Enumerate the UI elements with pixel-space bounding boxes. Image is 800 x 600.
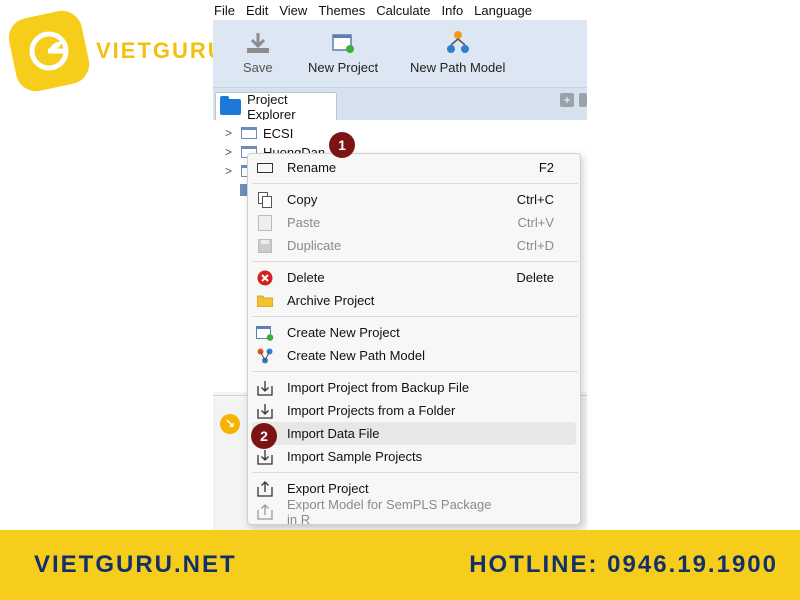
footer-website: VIETGURU.NET bbox=[34, 551, 237, 578]
context-menu: Rename F2 Copy Ctrl+C Paste Ctrl+V Dupli… bbox=[247, 153, 581, 527]
logo-text: VIETGURU bbox=[96, 38, 226, 63]
menu-calculate[interactable]: Calculate bbox=[376, 3, 430, 18]
export-icon bbox=[257, 480, 273, 497]
save-label: Save bbox=[243, 60, 273, 75]
menu-item-import-data-file[interactable]: Import Data File bbox=[252, 422, 576, 445]
step-badge-2: 2 bbox=[251, 423, 277, 449]
menu-item-import-backup[interactable]: Import Project from Backup File bbox=[248, 376, 580, 399]
menu-language[interactable]: Language bbox=[474, 3, 532, 18]
menu-item-duplicate[interactable]: Duplicate Ctrl+D bbox=[248, 234, 580, 257]
menu-item-create-new-path-model[interactable]: Create New Path Model bbox=[248, 344, 580, 367]
export-icon bbox=[257, 503, 273, 520]
menu-view[interactable]: View bbox=[279, 3, 307, 18]
save-icon bbox=[246, 33, 269, 53]
chevron-right-icon[interactable]: > bbox=[225, 145, 237, 159]
tab-project-explorer[interactable]: Project Explorer bbox=[215, 91, 337, 122]
folder-icon bbox=[257, 295, 273, 307]
menu-separator bbox=[252, 183, 578, 184]
tree-item-ecsi[interactable]: > ECSI bbox=[225, 124, 293, 142]
footer-hotline: HOTLINE: 0946.19.1900 bbox=[469, 551, 778, 578]
new-project-label: New Project bbox=[308, 60, 379, 75]
save-button[interactable]: Save bbox=[243, 30, 273, 75]
menu-item-paste[interactable]: Paste Ctrl+V bbox=[248, 211, 580, 234]
menu-item-import-folder[interactable]: Import Projects from a Folder bbox=[248, 399, 580, 422]
brand-logo: VIETGURU bbox=[5, 7, 226, 95]
menu-item-export-sempls[interactable]: Export Model for SemPLS Package in R bbox=[248, 497, 580, 527]
menu-edit[interactable]: Edit bbox=[246, 3, 268, 18]
new-path-model-button[interactable]: New Path Model bbox=[410, 30, 505, 75]
menu-item-import-sample[interactable]: Import Sample Projects bbox=[248, 445, 580, 468]
menu-info[interactable]: Info bbox=[441, 3, 463, 18]
toolbar: Save New Project New Path Model bbox=[213, 20, 587, 88]
menu-item-copy[interactable]: Copy Ctrl+C bbox=[248, 188, 580, 211]
folder-icon bbox=[220, 95, 242, 115]
tree-item-label: ECSI bbox=[263, 125, 294, 141]
menu-item-create-new-project[interactable]: Create New Project bbox=[248, 321, 580, 344]
project-icon bbox=[241, 127, 257, 139]
path-model-icon bbox=[446, 31, 469, 53]
import-icon bbox=[257, 449, 273, 465]
menu-separator bbox=[252, 472, 578, 473]
menu-separator bbox=[252, 316, 578, 317]
menu-separator bbox=[252, 261, 578, 262]
delete-icon bbox=[257, 270, 273, 285]
menu-item-rename[interactable]: Rename F2 bbox=[248, 156, 580, 179]
paste-icon bbox=[258, 214, 272, 231]
copy-icon bbox=[258, 191, 272, 208]
arrow-icon[interactable]: ↘ bbox=[220, 414, 240, 434]
menu-item-delete[interactable]: Delete Delete bbox=[248, 266, 580, 289]
minimize-icon[interactable] bbox=[579, 93, 587, 107]
menu-file[interactable]: File bbox=[214, 3, 235, 18]
tab-label: Project Explorer bbox=[247, 91, 296, 122]
menubar: File Edit View Themes Calculate Info Lan… bbox=[213, 0, 587, 20]
duplicate-icon bbox=[258, 238, 272, 253]
logo-badge bbox=[5, 7, 93, 95]
chevron-right-icon[interactable]: > bbox=[225, 164, 237, 178]
menu-separator bbox=[252, 371, 578, 372]
tab-strip: Project Explorer bbox=[213, 88, 587, 122]
menu-themes[interactable]: Themes bbox=[318, 3, 365, 18]
import-icon bbox=[257, 403, 273, 419]
rename-icon bbox=[257, 162, 273, 173]
new-project-icon bbox=[332, 34, 355, 53]
screenshot-root: VIETGURU File Edit View Themes Calculate… bbox=[0, 0, 800, 600]
footer-banner: VIETGURU.NET HOTLINE: 0946.19.1900 bbox=[0, 530, 800, 600]
maximize-icon[interactable]: + bbox=[560, 93, 574, 107]
path-model-icon bbox=[257, 348, 273, 363]
step-badge-1: 1 bbox=[329, 132, 355, 158]
logo-mark-icon bbox=[29, 31, 69, 71]
new-project-icon bbox=[256, 325, 274, 341]
chevron-right-icon[interactable]: > bbox=[225, 126, 237, 140]
new-project-button[interactable]: New Project bbox=[308, 30, 378, 75]
import-icon bbox=[257, 380, 273, 396]
menu-item-archive-project[interactable]: Archive Project bbox=[248, 289, 580, 312]
new-path-model-label: New Path Model bbox=[410, 60, 506, 75]
